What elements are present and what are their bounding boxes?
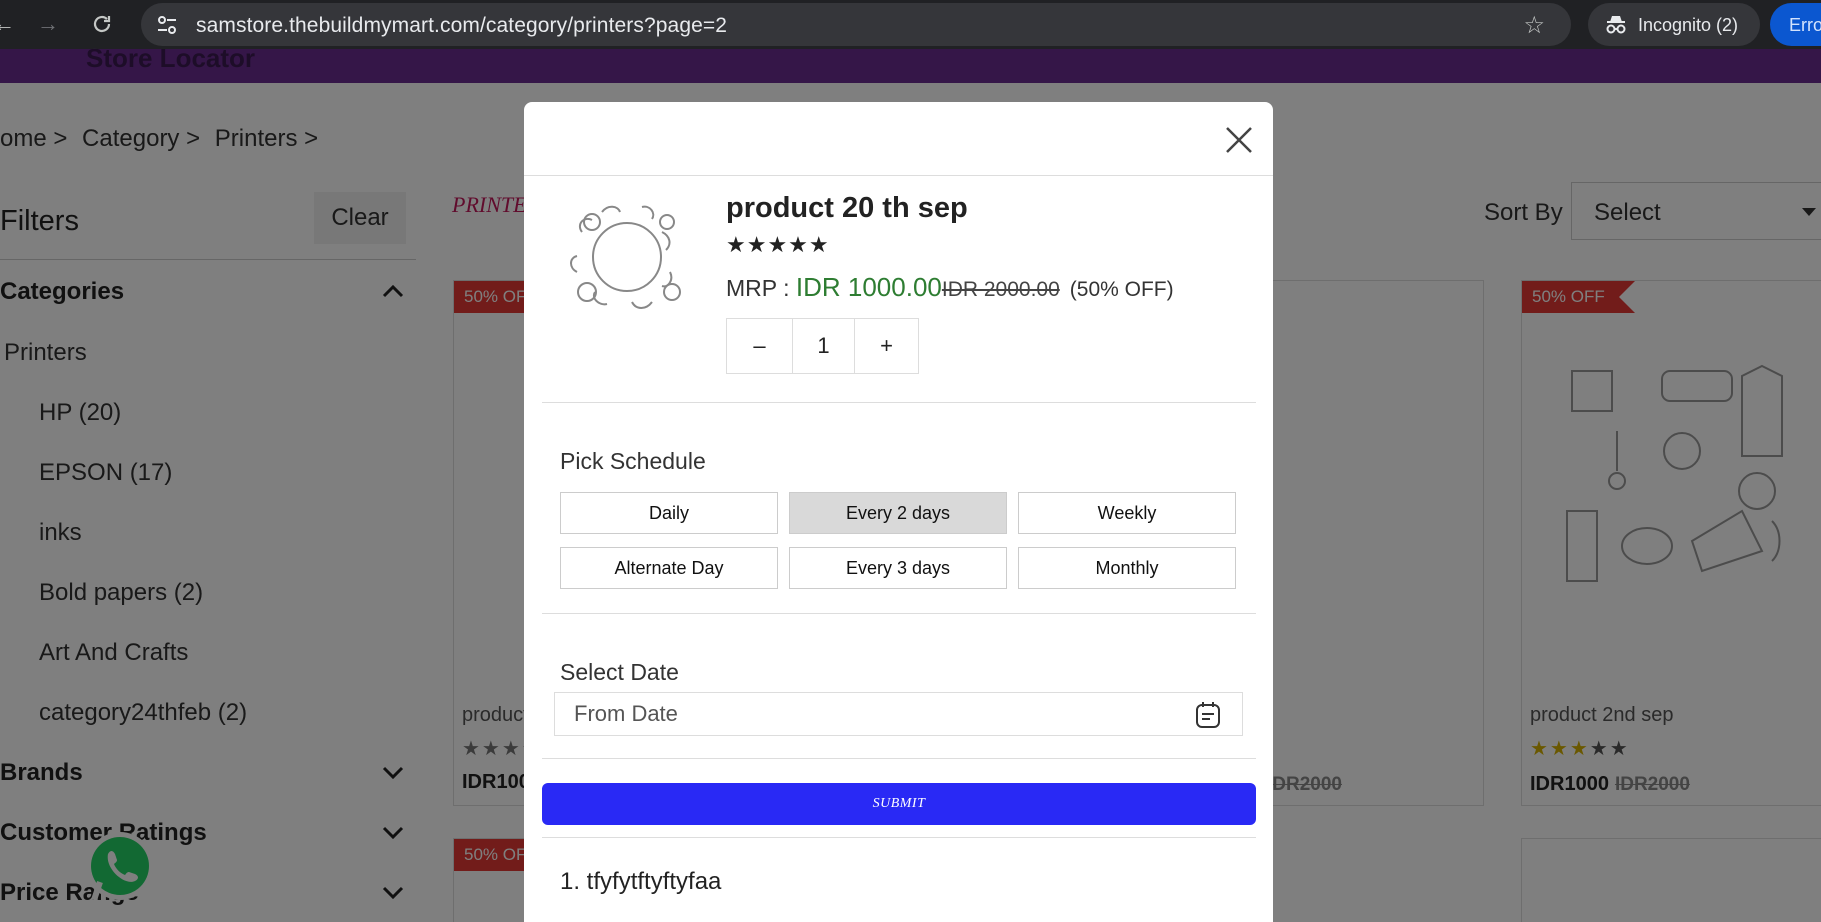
quantity-value[interactable]: 1 — [793, 319, 855, 373]
modal-divider — [542, 613, 1256, 614]
schedule-option-every-2-days[interactable]: Every 2 days — [789, 492, 1007, 534]
bookmark-star-icon[interactable]: ☆ — [1523, 11, 1545, 40]
product-modal: product 20 th sep ★★★★★ MRP : IDR 1000.0… — [524, 102, 1273, 922]
error-label: Erro — [1789, 15, 1821, 35]
modal-divider — [542, 758, 1256, 759]
modal-divider — [524, 175, 1273, 176]
calendar-icon[interactable] — [1195, 701, 1221, 729]
modal-divider — [542, 837, 1256, 838]
schedule-option-every-3-days[interactable]: Every 3 days — [789, 547, 1007, 589]
schedule-option-alternate-day[interactable]: Alternate Day — [560, 547, 778, 589]
site-settings-icon[interactable] — [155, 13, 179, 37]
address-bar[interactable]: samstore.thebuildmymart.com/category/pri… — [141, 3, 1571, 46]
submit-button[interactable]: SUBMIT — [542, 783, 1256, 825]
decrement-button[interactable]: – — [727, 319, 793, 373]
date-title: Select Date — [560, 659, 679, 685]
schedule-option-daily[interactable]: Daily — [560, 492, 778, 534]
product-title: product 20 th sep — [726, 192, 968, 224]
product-image — [570, 205, 681, 309]
incognito-label: Incognito (2) — [1638, 15, 1739, 35]
product-price: MRP : IDR 1000.00IDR 2000.00 (50% OFF) — [726, 272, 1174, 303]
old-price: IDR 2000.00 — [941, 278, 1060, 301]
browser-toolbar: ← → samstore.thebuildmymart.com/category… — [0, 0, 1821, 49]
incognito-indicator[interactable]: Incognito (2) — [1588, 3, 1760, 46]
from-date-input[interactable] — [556, 694, 1156, 734]
close-icon[interactable] — [1222, 123, 1256, 157]
mrp-label: MRP : — [726, 275, 796, 301]
discount-text: (50% OFF) — [1069, 278, 1174, 301]
schedule-option-weekly[interactable]: Weekly — [1018, 492, 1236, 534]
product-rating-stars: ★★★★★ — [726, 232, 830, 257]
url-text[interactable]: samstore.thebuildmymart.com/category/pri… — [196, 14, 727, 38]
schedule-title: Pick Schedule — [560, 448, 706, 474]
modal-divider — [542, 402, 1256, 403]
back-icon[interactable]: ← — [0, 12, 16, 36]
quantity-stepper: – 1 + — [726, 318, 919, 374]
error-button[interactable]: Erro — [1770, 3, 1821, 46]
incognito-icon — [1606, 16, 1626, 34]
forward-icon[interactable]: → — [36, 12, 60, 36]
increment-button[interactable]: + — [855, 319, 918, 373]
schedule-option-monthly[interactable]: Monthly — [1018, 547, 1236, 589]
reload-icon[interactable] — [90, 12, 114, 36]
product-note: 1. tfyfytftyftyfaa — [560, 868, 722, 895]
from-date-field[interactable] — [554, 692, 1243, 736]
price-value: IDR 1000.00 — [795, 272, 942, 302]
